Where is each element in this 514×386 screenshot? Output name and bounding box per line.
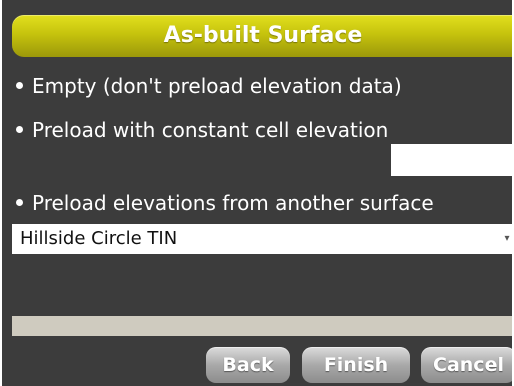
chevron-down-icon[interactable]: ▾ <box>503 232 511 246</box>
option-empty-label: Empty (don't preload elevation data) <box>32 74 402 98</box>
surface-select-value: Hillside Circle TIN <box>20 228 178 249</box>
dialog-title: As-built Surface <box>163 23 363 48</box>
dialog-title-bar: As-built Surface <box>12 15 512 57</box>
radio-bullet-icon[interactable] <box>16 126 23 133</box>
back-button[interactable]: Back <box>206 347 290 383</box>
option-constant-elevation-label: Preload with constant cell elevation <box>32 118 389 142</box>
screen: As-built Surface Empty (don't preload el… <box>0 0 514 386</box>
radio-bullet-icon[interactable] <box>16 82 23 89</box>
radio-bullet-icon[interactable] <box>16 199 23 206</box>
constant-elevation-input[interactable] <box>391 144 512 176</box>
option-constant-elevation[interactable]: Preload with constant cell elevation <box>16 118 388 142</box>
cancel-button[interactable]: Cancel <box>421 347 512 383</box>
option-another-surface-label: Preload elevations from another surface <box>32 191 434 215</box>
status-strip <box>12 316 512 336</box>
surface-select[interactable]: Hillside Circle TIN ▾ <box>12 224 512 254</box>
finish-button[interactable]: Finish <box>302 347 410 383</box>
as-built-surface-dialog: As-built Surface Empty (don't preload el… <box>2 0 512 386</box>
option-empty[interactable]: Empty (don't preload elevation data) <box>16 74 402 98</box>
option-another-surface[interactable]: Preload elevations from another surface <box>16 191 434 215</box>
